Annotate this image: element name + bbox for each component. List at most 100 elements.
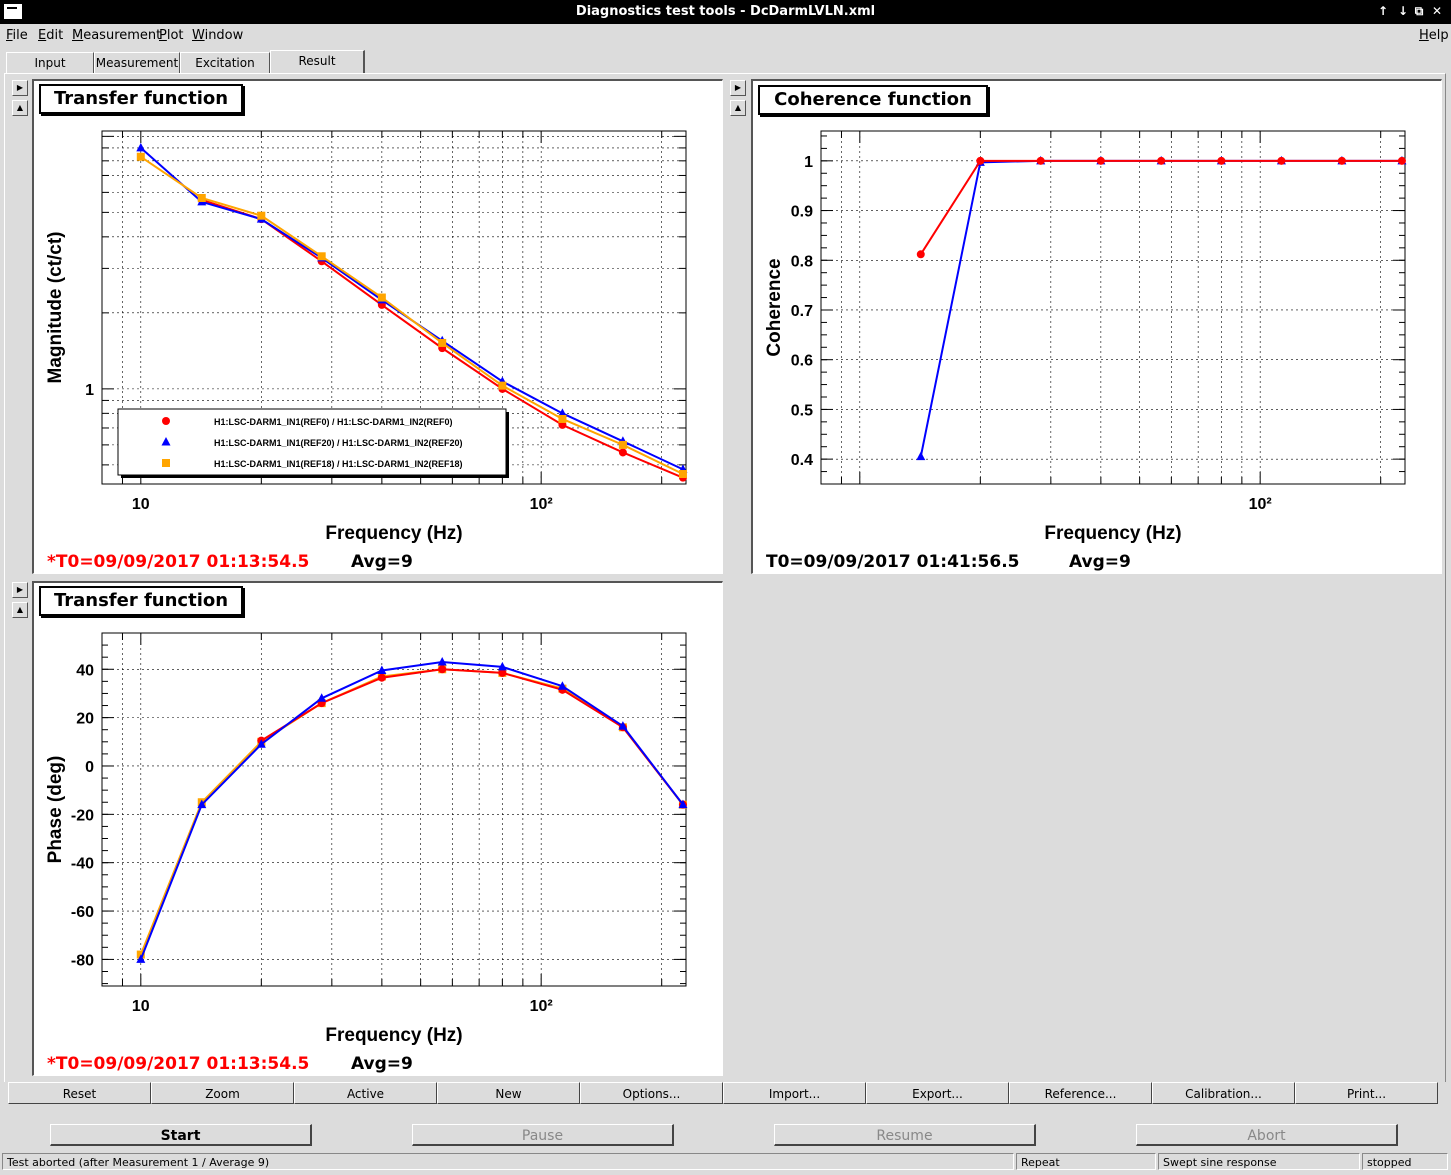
square-marker xyxy=(498,381,507,390)
circle-marker xyxy=(1217,156,1226,165)
status-mode: Repeat xyxy=(1016,1153,1156,1170)
reference-button[interactable]: Reference... xyxy=(1009,1082,1152,1104)
pad-next-icon[interactable]: ▶ xyxy=(730,80,746,96)
y-tick-label: 1 xyxy=(804,154,813,171)
resume-button[interactable]: Resume xyxy=(774,1124,1036,1146)
menu-window[interactable]: Window xyxy=(192,28,243,43)
y-tick-label: 0.8 xyxy=(791,253,813,270)
raise-icon[interactable]: ↑ xyxy=(1374,3,1392,20)
circle-marker xyxy=(162,417,170,425)
abort-button[interactable]: Abort xyxy=(1136,1124,1398,1146)
circle-marker xyxy=(618,448,627,457)
x-axis-title: Frequency (Hz) xyxy=(325,523,462,544)
x-tick-label: 10² xyxy=(530,496,553,513)
y-tick-label: 40 xyxy=(76,662,94,679)
new-button[interactable]: New xyxy=(437,1082,580,1104)
phase-chart[interactable]: 10 10² -80 -60 -40 -20 0 20 40 Frequency (Hz) Phas… xyxy=(34,583,722,1075)
y-tick-label: 0.4 xyxy=(791,452,813,469)
pad-up-icon[interactable]: ▲ xyxy=(12,100,28,116)
y-tick-label: 0.6 xyxy=(791,353,813,370)
tab-excitation[interactable]: Excitation xyxy=(180,52,270,73)
y-tick-label: 1 xyxy=(85,382,94,399)
window-title: Diagnostics test tools - DcDarmLVLN.xml xyxy=(575,4,876,19)
circle-marker xyxy=(377,673,386,682)
x-axis-title: Frequency (Hz) xyxy=(1044,523,1181,544)
pad-up-icon[interactable]: ▲ xyxy=(12,602,28,618)
active-button[interactable]: Active xyxy=(294,1082,437,1104)
circle-marker xyxy=(976,156,985,165)
avg-label: Avg=9 xyxy=(1069,552,1131,572)
legend-entry: H1:LSC-DARM1_IN1(REF18) / H1:LSC-DARM1_I… xyxy=(214,459,463,469)
t0-label: *T0=09/09/2017 01:13:54.5 xyxy=(47,1054,310,1074)
magnitude-plot-pad[interactable]: 10 10² 1 Frequency (Hz) Magnitude (ct/ct) H1:… xyxy=(32,79,723,574)
export-button[interactable]: Export... xyxy=(866,1082,1009,1104)
tab-measurement[interactable]: Measurement xyxy=(94,52,180,73)
start-button[interactable]: Start xyxy=(50,1124,312,1146)
y-axis-title: Phase (deg) xyxy=(45,756,66,864)
y-tick-label: 0.7 xyxy=(791,303,813,320)
y-axis-title: Magnitude (ct/ct) xyxy=(45,232,66,384)
circle-marker xyxy=(438,665,447,674)
tab-result[interactable]: Result xyxy=(270,50,365,73)
coherence-plot-pad[interactable]: 10² 0.4 0.5 0.6 0.7 0.8 0.9 1 Frequency (Hz) Cohe… xyxy=(751,79,1442,574)
square-marker xyxy=(558,414,567,423)
calibration-button[interactable]: Calibration... xyxy=(1152,1082,1295,1104)
pad-title: Coherence function xyxy=(758,85,988,115)
maximize-icon[interactable]: ⧉ xyxy=(1410,3,1428,20)
square-marker xyxy=(317,252,326,261)
menu-file[interactable]: File xyxy=(6,28,28,43)
import-button[interactable]: Import... xyxy=(723,1082,866,1104)
menu-bar: File Edit Measurement Plot Window Help xyxy=(0,24,1451,46)
menu-edit[interactable]: Edit xyxy=(38,28,63,43)
circle-marker xyxy=(1036,156,1045,165)
options-button[interactable]: Options... xyxy=(580,1082,723,1104)
phase-plot-pad[interactable]: 10 10² -80 -60 -40 -20 0 20 40 Frequency (Hz) Phas… xyxy=(32,581,723,1076)
status-message: Test aborted (after Measurement 1 / Aver… xyxy=(2,1153,1014,1170)
square-marker xyxy=(257,211,266,220)
y-tick-label: -20 xyxy=(71,807,94,824)
circle-marker xyxy=(1096,156,1105,165)
circle-marker xyxy=(1277,156,1286,165)
square-marker xyxy=(162,459,170,467)
t0-label: T0=09/09/2017 01:41:56.5 xyxy=(766,552,1020,572)
x-tick-label: 10 xyxy=(132,496,150,513)
square-marker xyxy=(618,440,627,449)
pad-next-icon[interactable]: ▶ xyxy=(12,582,28,598)
circle-marker xyxy=(916,250,925,259)
magnitude-chart[interactable]: 10 10² 1 Frequency (Hz) Magnitude (ct/ct) H1:… xyxy=(34,81,722,573)
pause-button[interactable]: Pause xyxy=(412,1124,674,1146)
x-axis-title: Frequency (Hz) xyxy=(325,1025,462,1046)
menu-help[interactable]: Help xyxy=(1419,28,1449,43)
t0-label: *T0=09/09/2017 01:13:54.5 xyxy=(47,552,310,572)
y-tick-label: -80 xyxy=(71,952,94,969)
circle-marker xyxy=(1397,156,1406,165)
legend-entry: H1:LSC-DARM1_IN1(REF20) / H1:LSC-DARM1_I… xyxy=(214,438,463,448)
pad-title: Transfer function xyxy=(39,84,243,114)
menu-measurement[interactable]: Measurement xyxy=(72,28,161,43)
x-tick-label: 10² xyxy=(530,998,553,1015)
reset-button[interactable]: Reset xyxy=(8,1082,151,1104)
tab-input[interactable]: Input xyxy=(6,52,94,73)
coherence-chart[interactable]: 10² 0.4 0.5 0.6 0.7 0.8 0.9 1 Frequency (Hz) Cohe… xyxy=(753,81,1441,573)
square-marker xyxy=(136,152,145,161)
y-tick-label: -60 xyxy=(71,904,94,921)
y-tick-label: 0 xyxy=(85,759,94,776)
menu-plot[interactable]: Plot xyxy=(159,28,184,43)
tab-bar: Input Measurement Excitation Result xyxy=(0,50,1451,74)
square-marker xyxy=(377,293,386,302)
status-type: Swept sine response xyxy=(1158,1153,1360,1170)
print-button[interactable]: Print... xyxy=(1295,1082,1438,1104)
avg-label: Avg=9 xyxy=(351,552,413,572)
y-tick-label: -40 xyxy=(71,856,94,873)
square-marker xyxy=(438,338,447,347)
close-icon[interactable]: ✕ xyxy=(1428,3,1446,20)
circle-marker xyxy=(1157,156,1166,165)
avg-label: Avg=9 xyxy=(351,1054,413,1074)
title-bar: Diagnostics test tools - DcDarmLVLN.xml … xyxy=(0,0,1451,24)
x-tick-label: 10² xyxy=(1249,496,1272,513)
plot-toolbar: Reset Zoom Active New Options... Import.… xyxy=(8,1082,1438,1106)
y-tick-label: 0.5 xyxy=(791,402,813,419)
pad-next-icon[interactable]: ▶ xyxy=(12,80,28,96)
zoom-button[interactable]: Zoom xyxy=(151,1082,294,1104)
pad-up-icon[interactable]: ▲ xyxy=(730,100,746,116)
